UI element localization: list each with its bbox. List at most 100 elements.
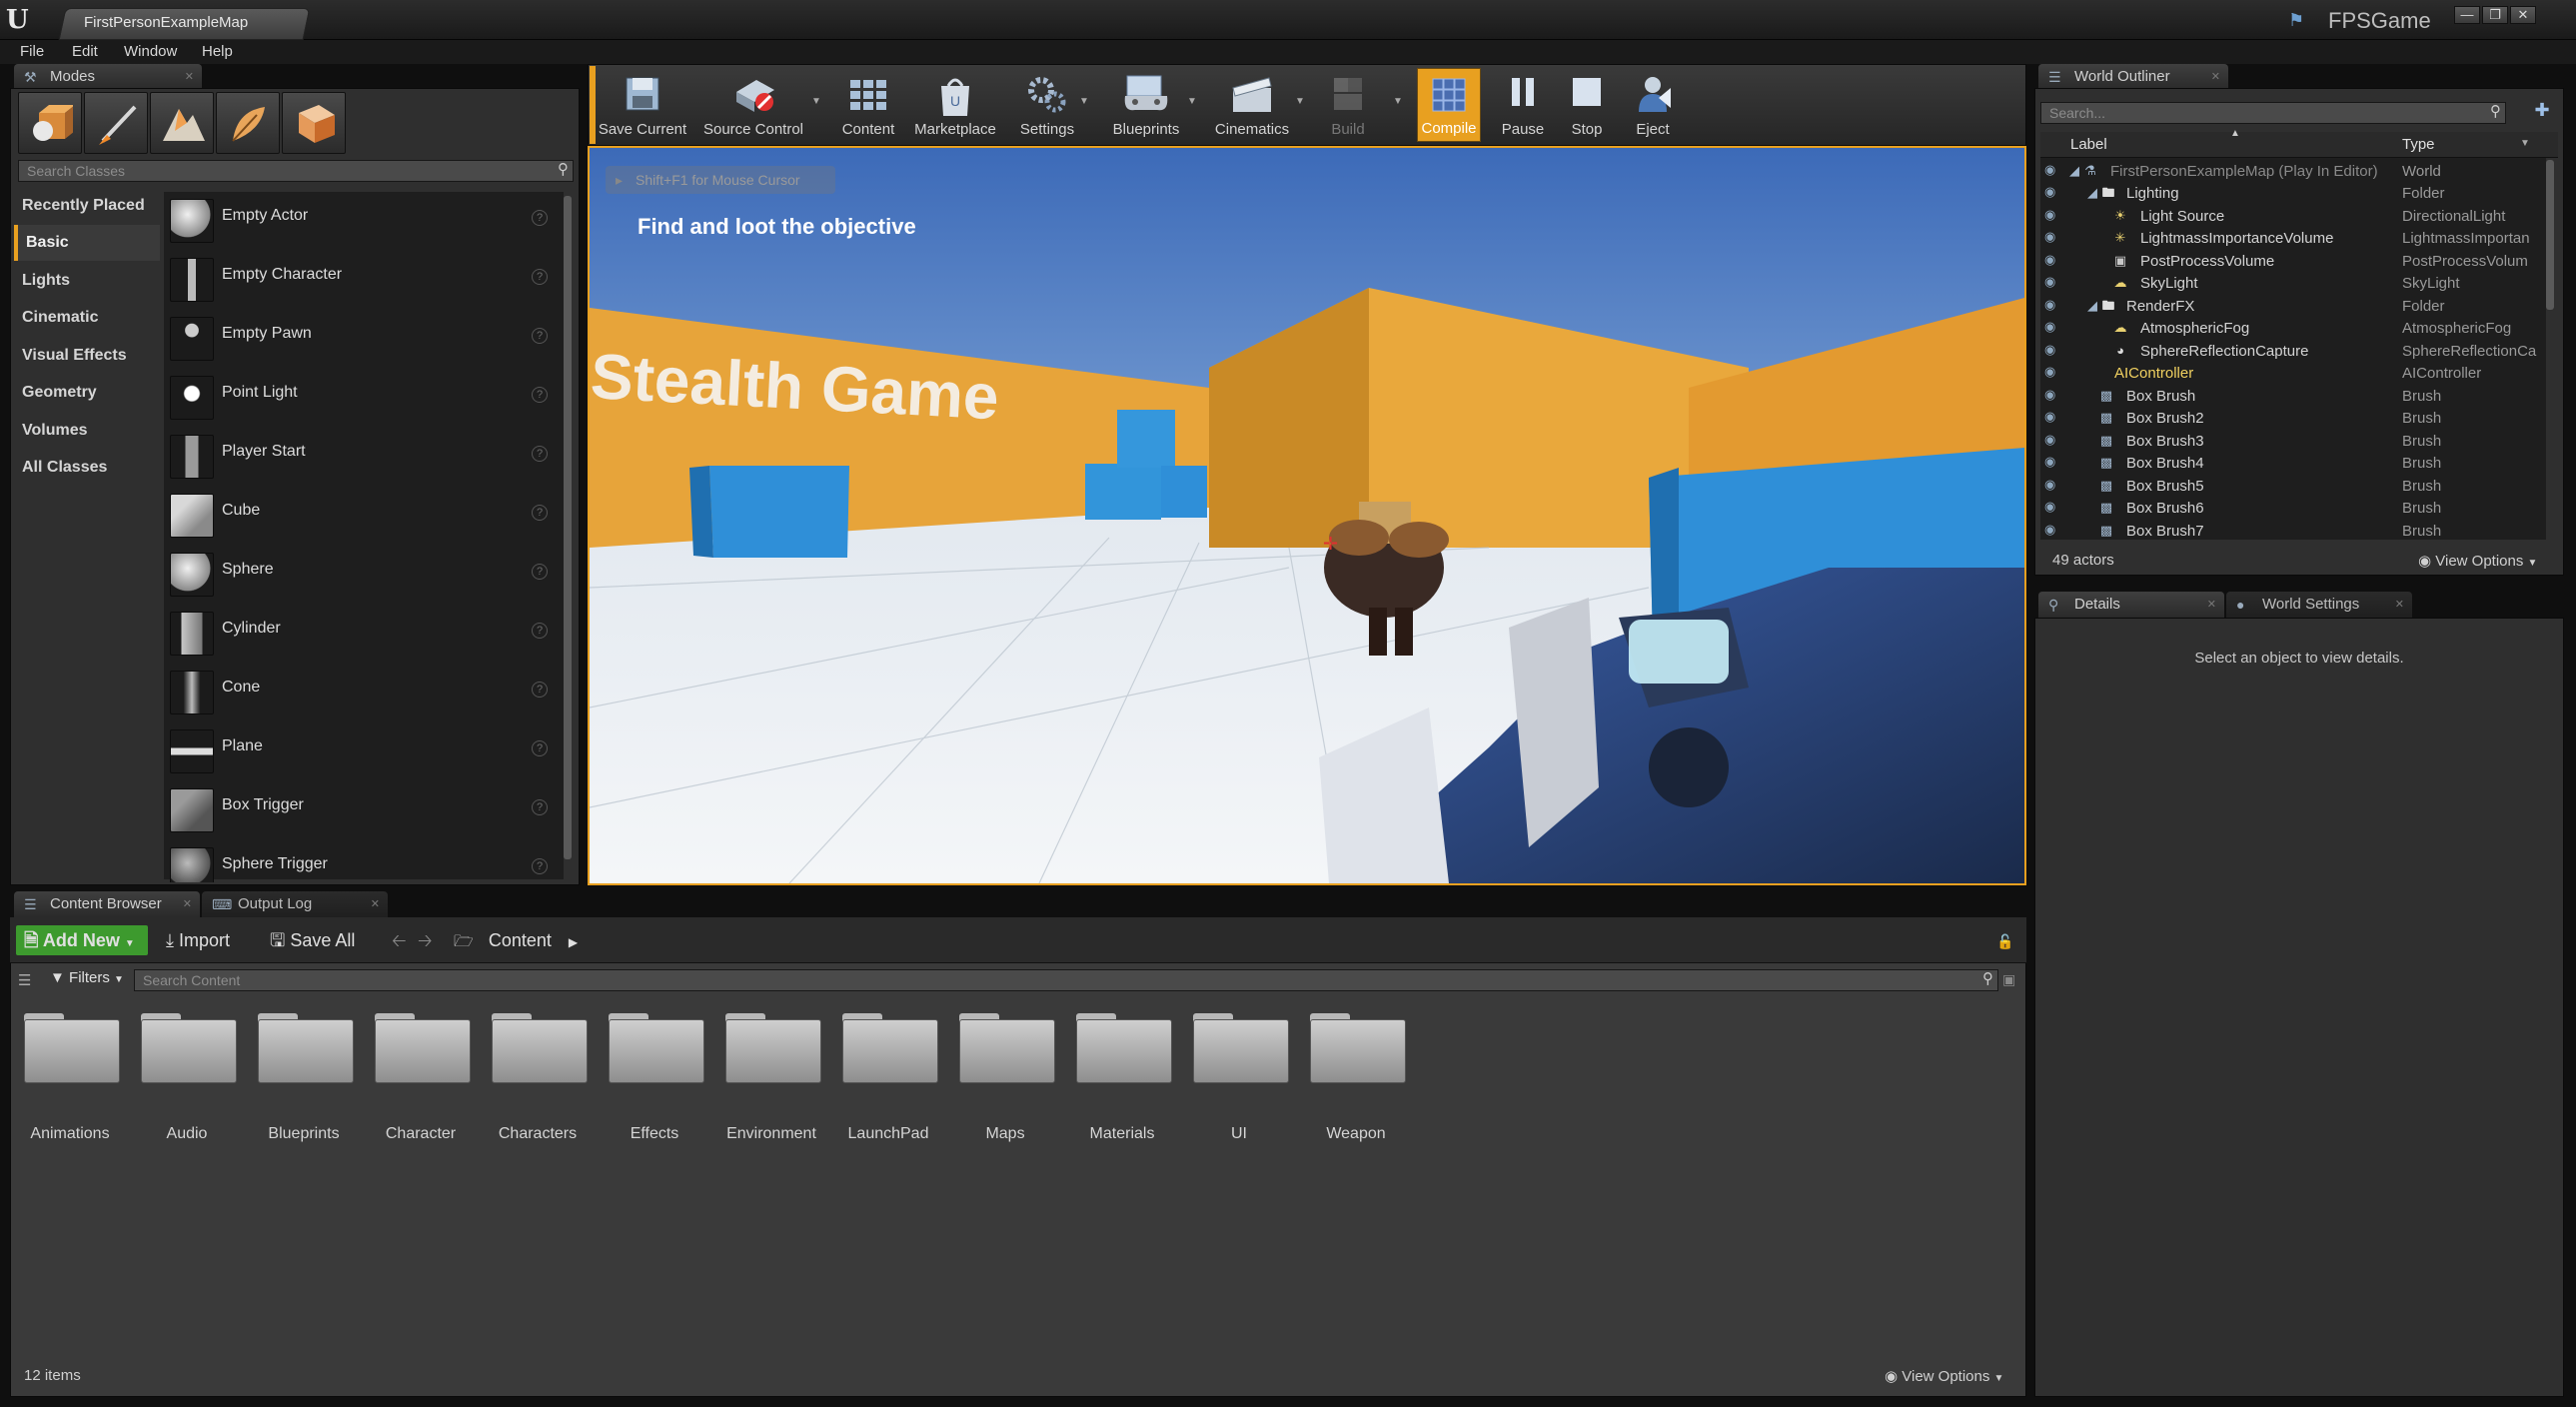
- path-content[interactable]: 🗁 Content ▶: [454, 925, 578, 955]
- outliner-row[interactable]: ◉ ▩ Box Brush Brush: [2042, 385, 2550, 408]
- category-volumes[interactable]: Volumes: [14, 413, 160, 449]
- category-basic[interactable]: Basic: [14, 225, 160, 261]
- help-icon[interactable]: ?: [532, 505, 548, 521]
- eject-button[interactable]: Eject: [1621, 68, 1685, 142]
- blueprints-button[interactable]: Blueprints: [1101, 68, 1191, 142]
- mode-place[interactable]: [18, 92, 82, 154]
- content-button[interactable]: Content: [833, 68, 903, 142]
- save-current-button[interactable]: Save Current: [596, 68, 689, 142]
- visibility-eye-icon[interactable]: ◉: [2044, 343, 2060, 356]
- mode-foliage[interactable]: [216, 92, 280, 154]
- outliner-search-input[interactable]: Search... ⚲: [2040, 102, 2506, 124]
- mode-geometry-edit[interactable]: [282, 92, 346, 154]
- outliner-row[interactable]: ◉ ▩ Box Brush3 Brush: [2042, 430, 2550, 453]
- lock-icon[interactable]: 🔓: [1996, 933, 2013, 950]
- help-icon[interactable]: ?: [532, 446, 548, 462]
- tab-output-log[interactable]: ⌨ Output Log ✕: [202, 891, 388, 917]
- folder-launchpad[interactable]: LaunchPad: [838, 1011, 938, 1161]
- place-item-cylinder[interactable]: Cylinder?: [168, 603, 564, 661]
- close-icon[interactable]: ✕: [2211, 64, 2220, 90]
- minimize-button[interactable]: —: [2454, 6, 2480, 24]
- outliner-row[interactable]: ◉ ▣ PostProcessVolume PostProcessVolum: [2042, 250, 2550, 273]
- visibility-eye-icon[interactable]: ◉: [2044, 388, 2060, 401]
- search-classes-input[interactable]: Search Classes ⚲: [18, 160, 574, 182]
- add-new-button[interactable]: 🗎 Add New ▼: [16, 925, 148, 955]
- help-icon[interactable]: ?: [532, 858, 548, 874]
- category-lights[interactable]: Lights: [14, 263, 160, 299]
- folder-animations[interactable]: Animations: [20, 1011, 120, 1161]
- help-icon[interactable]: ?: [532, 387, 548, 403]
- folder-character[interactable]: Character: [371, 1011, 471, 1161]
- close-icon[interactable]: ✕: [183, 891, 192, 917]
- place-item-cube[interactable]: Cube?: [168, 485, 564, 543]
- visibility-eye-icon[interactable]: ◉: [2044, 208, 2060, 221]
- folder-audio[interactable]: Audio: [137, 1011, 237, 1161]
- place-item-plane[interactable]: Plane?: [168, 720, 564, 778]
- tab-modes[interactable]: ⚒ Modes ✕: [14, 64, 202, 90]
- place-item-point-light[interactable]: Point Light?: [168, 367, 564, 425]
- visibility-eye-icon[interactable]: ◉: [2044, 478, 2060, 491]
- category-geometry[interactable]: Geometry: [14, 375, 160, 411]
- outliner-row[interactable]: ◉ ◢ 🖿 RenderFX Folder: [2042, 295, 2550, 318]
- folder-weapon[interactable]: Weapon: [1306, 1011, 1406, 1161]
- outliner-row[interactable]: ◉ ☁ SkyLight SkyLight: [2042, 272, 2550, 295]
- expand-arrow-icon[interactable]: ◢: [2066, 163, 2082, 179]
- close-icon[interactable]: ✕: [2395, 592, 2404, 618]
- build-button[interactable]: Build: [1313, 68, 1383, 142]
- place-item-empty-character[interactable]: Empty Character?: [168, 249, 564, 307]
- level-viewport[interactable]: Stealth Game ▸ Shift+F1 for Mouse Cursor…: [588, 146, 2026, 885]
- settings-button[interactable]: Settings: [1011, 68, 1083, 142]
- menu-help[interactable]: Help: [202, 40, 233, 64]
- visibility-eye-icon[interactable]: ◉: [2044, 185, 2060, 198]
- outliner-row[interactable]: ◉ ▩ Box Brush6 Brush: [2042, 497, 2550, 520]
- outliner-row[interactable]: ◉ ▩ Box Brush4 Brush: [2042, 452, 2550, 475]
- category-all-classes[interactable]: All Classes: [14, 450, 160, 486]
- help-icon[interactable]: ?: [532, 210, 548, 226]
- unreal-logo-icon[interactable]: U: [6, 6, 38, 34]
- pause-button[interactable]: Pause: [1491, 68, 1555, 142]
- tab-content-browser[interactable]: ☰ Content Browser ✕: [14, 891, 200, 917]
- source-control-button[interactable]: Source Control: [693, 68, 813, 142]
- visibility-eye-icon[interactable]: ◉: [2044, 500, 2060, 513]
- visibility-eye-icon[interactable]: ◉: [2044, 298, 2060, 311]
- visibility-eye-icon[interactable]: ◉: [2044, 275, 2060, 288]
- folder-characters[interactable]: Characters: [488, 1011, 588, 1161]
- close-icon[interactable]: ✕: [185, 64, 194, 90]
- import-button[interactable]: ⤓ Import: [166, 925, 256, 955]
- close-icon[interactable]: ✕: [2207, 592, 2216, 618]
- place-item-player-start[interactable]: Player Start?: [168, 426, 564, 484]
- sources-toggle-icon[interactable]: ☰: [18, 971, 31, 989]
- outliner-row[interactable]: ◉ ☀ Light Source DirectionalLight: [2042, 205, 2550, 228]
- menu-edit[interactable]: Edit: [72, 40, 98, 64]
- content-view-options[interactable]: ◉ View Options ▼: [1885, 1367, 2003, 1385]
- help-icon[interactable]: ?: [532, 682, 548, 698]
- help-icon[interactable]: ?: [532, 564, 548, 580]
- visibility-eye-icon[interactable]: ◉: [2044, 365, 2060, 378]
- visibility-eye-icon[interactable]: ◉: [2044, 163, 2060, 176]
- settings-dropdown-icon[interactable]: ▼: [1079, 96, 1089, 107]
- place-item-sphere[interactable]: Sphere?: [168, 544, 564, 602]
- folder-ui[interactable]: UI: [1189, 1011, 1289, 1161]
- visibility-eye-icon[interactable]: ◉: [2044, 253, 2060, 266]
- tab-world-outliner[interactable]: ☰ World Outliner ✕: [2038, 64, 2228, 90]
- visibility-eye-icon[interactable]: ◉: [2044, 433, 2060, 446]
- folder-maps[interactable]: Maps: [955, 1011, 1055, 1161]
- folder-environment[interactable]: Environment: [721, 1011, 821, 1161]
- build-dropdown-icon[interactable]: ▼: [1393, 96, 1403, 107]
- menu-file[interactable]: File: [20, 40, 44, 64]
- outliner-row[interactable]: ◉ ▩ Box Brush7 Brush: [2042, 520, 2550, 543]
- folder-effects[interactable]: Effects: [605, 1011, 704, 1161]
- visibility-eye-icon[interactable]: ◉: [2044, 320, 2060, 333]
- visibility-eye-icon[interactable]: ◉: [2044, 523, 2060, 536]
- close-button[interactable]: ✕: [2510, 6, 2536, 24]
- save-search-icon[interactable]: ▣: [2002, 971, 2015, 988]
- placeable-scrollbar[interactable]: [564, 196, 572, 859]
- visibility-eye-icon[interactable]: ◉: [2044, 455, 2060, 468]
- menu-window[interactable]: Window: [124, 40, 177, 64]
- blueprints-dropdown-icon[interactable]: ▼: [1187, 96, 1197, 107]
- visibility-eye-icon[interactable]: ◉: [2044, 410, 2060, 423]
- help-icon[interactable]: ?: [532, 623, 548, 639]
- help-icon[interactable]: ?: [532, 740, 548, 756]
- outliner-row[interactable]: ◉ AIController AIController: [2042, 362, 2550, 385]
- filters-button[interactable]: ▼ Filters ▼: [50, 969, 124, 986]
